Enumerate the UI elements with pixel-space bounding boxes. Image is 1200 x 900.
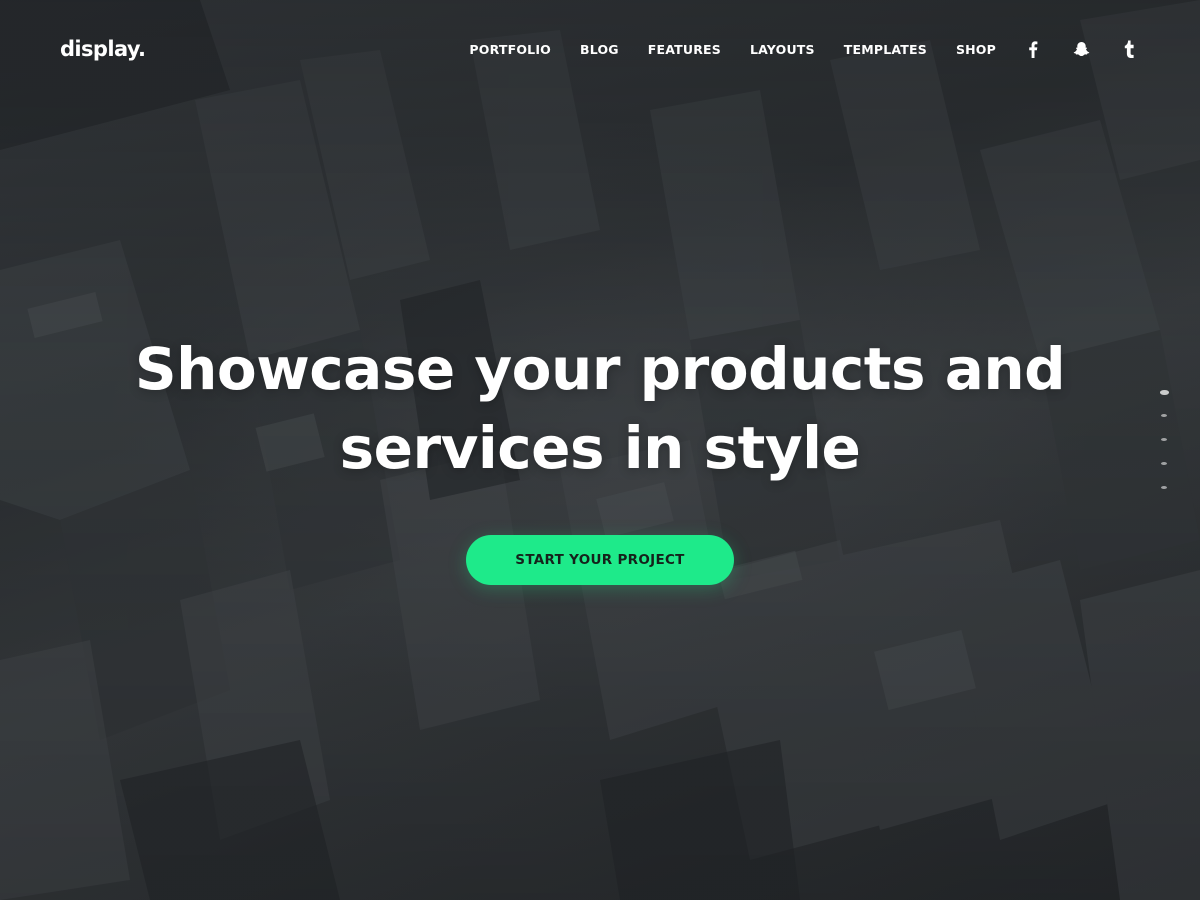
nav-item-features[interactable]: FEATURES [648,42,721,57]
hero-title: Showcase your products and services in s… [100,330,1100,488]
start-project-button[interactable]: START YOUR PROJECT [466,535,734,585]
social-links [1022,38,1140,60]
nav-item-shop[interactable]: SHOP [956,42,996,57]
slider-dot-1[interactable] [1159,390,1169,395]
main-nav: PORTFOLIO BLOG FEATURES LAYOUTS TEMPLATE… [469,0,1140,98]
brand-logo[interactable]: display. [60,37,146,61]
nav-item-portfolio[interactable]: PORTFOLIO [469,42,551,57]
nav-item-layouts[interactable]: LAYOUTS [750,42,815,57]
site-header: display. PORTFOLIO BLOG FEATURES LAYOUTS… [0,0,1200,98]
facebook-icon[interactable] [1022,38,1044,60]
hero-section: Showcase your products and services in s… [100,330,1100,585]
snapchat-icon[interactable] [1070,38,1092,60]
hero-title-line-2: services in style [339,414,861,482]
hero-title-line-1: Showcase your products and [134,335,1066,403]
slider-dot-4[interactable] [1161,461,1167,465]
slider-dots [1158,390,1170,510]
nav-item-blog[interactable]: BLOG [580,42,619,57]
tumblr-icon[interactable] [1118,38,1140,60]
slider-dot-3[interactable] [1161,437,1167,441]
nav-item-templates[interactable]: TEMPLATES [844,42,927,57]
slider-dot-5[interactable] [1161,485,1167,490]
slider-dot-2[interactable] [1161,413,1167,417]
